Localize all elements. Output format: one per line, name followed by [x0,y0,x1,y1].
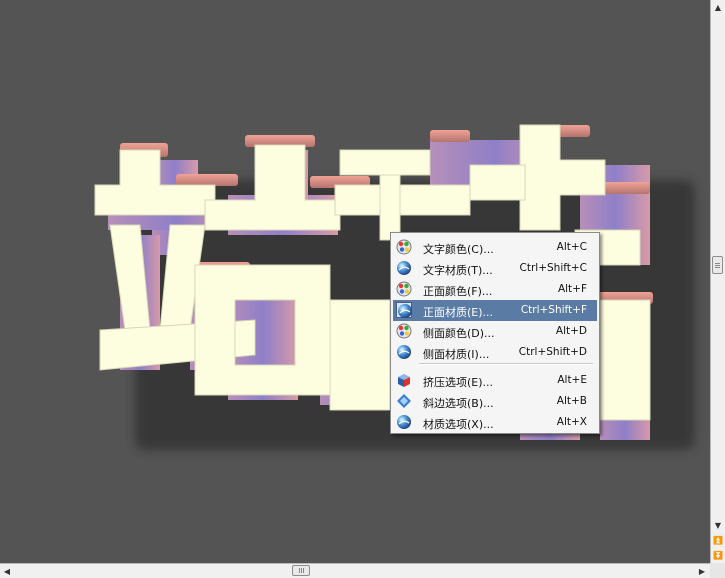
scroll-down-arrow-icon[interactable]: ▼ [711,518,725,532]
menu-item-label: 侧面颜色(D)... [423,327,495,340]
menu-item-4[interactable]: 正面材质(E)... Ctrl+Shift+F [393,300,597,321]
menu-item-5[interactable]: 侧面颜色(D)... Alt+D [393,321,597,342]
scroll-left-arrow-icon[interactable]: ◀ [0,564,14,578]
menu-item-label: 文字颜色(C)... [423,243,494,256]
material-sphere-icon [396,260,412,276]
material-sphere-icon [396,414,412,430]
3d-text-artwork [94,124,695,450]
scrollbar-corner [710,563,725,578]
menu-item-label: 挤压选项(E)... [423,376,494,389]
3d-text-canvas[interactable]: 文字颜色(C)... Alt+C 文字材质(T)... Ctrl+Shift+C 正面颜… [0,0,711,563]
menu-item-1[interactable]: 文字颜色(C)... Alt+C [393,237,597,258]
horizontal-scroll-thumb[interactable] [292,565,310,576]
menu-item-2[interactable]: 文字材质(T)... Ctrl+Shift+C [393,258,597,279]
color-palette-icon [396,239,412,255]
menu-item-label: 文字材质(T)... [423,264,493,277]
menu-item-6[interactable]: 侧面材质(I)... Ctrl+Shift+D [393,342,597,363]
menu-separator [419,363,593,365]
bevel-diamond-icon [396,393,412,409]
color-palette-icon [396,281,412,297]
menu-item-shortcut: Alt+X [556,416,587,428]
menu-item-9[interactable]: 材质选项(X)... Alt+X [393,412,597,433]
material-sphere-icon [396,302,412,318]
menu-item-label: 正面颜色(F)... [423,285,493,298]
text-style-context-menu: 文字颜色(C)... Alt+C 文字材质(T)... Ctrl+Shift+C 正面颜… [390,232,600,434]
menu-item-shortcut: Alt+E [557,374,587,386]
menu-item-3[interactable]: 正面颜色(F)... Alt+F [393,279,597,300]
menu-item-label: 斜边选项(B)... [423,397,494,410]
menu-item-label: 侧面材质(I)... [423,348,490,361]
page-up-double-arrow-icon[interactable]: ⏫ [711,533,725,547]
menu-item-shortcut: Ctrl+Shift+F [520,304,587,316]
menu-item-8[interactable]: 斜边选项(B)... Alt+B [393,391,597,412]
color-palette-icon [396,323,412,339]
menu-item-7[interactable]: 挤压选项(E)... Alt+E [393,370,597,391]
menu-item-shortcut: Ctrl+Shift+C [519,262,587,274]
menu-item-shortcut: Alt+C [556,241,587,253]
scroll-up-arrow-icon[interactable]: ▲ [711,0,725,14]
menu-item-label: 材质选项(X)... [423,418,494,431]
horizontal-scrollbar[interactable]: ◀ ▶ [0,563,710,578]
scroll-right-arrow-icon[interactable]: ▶ [695,564,709,578]
menu-item-shortcut: Alt+B [556,395,587,407]
page-down-double-arrow-icon[interactable]: ⏬ [711,548,725,562]
vertical-scrollbar[interactable]: ▲ ▼ ⏫ ⏬ [710,0,725,563]
menu-item-shortcut: Ctrl+Shift+D [518,346,587,358]
material-sphere-icon [396,344,412,360]
menu-item-label: 正面材质(E)... [423,306,494,319]
vertical-scroll-thumb[interactable] [712,256,723,274]
menu-item-shortcut: Alt+F [557,283,587,295]
menu-item-shortcut: Alt+D [555,325,587,337]
extrude-cube-icon [396,372,412,388]
